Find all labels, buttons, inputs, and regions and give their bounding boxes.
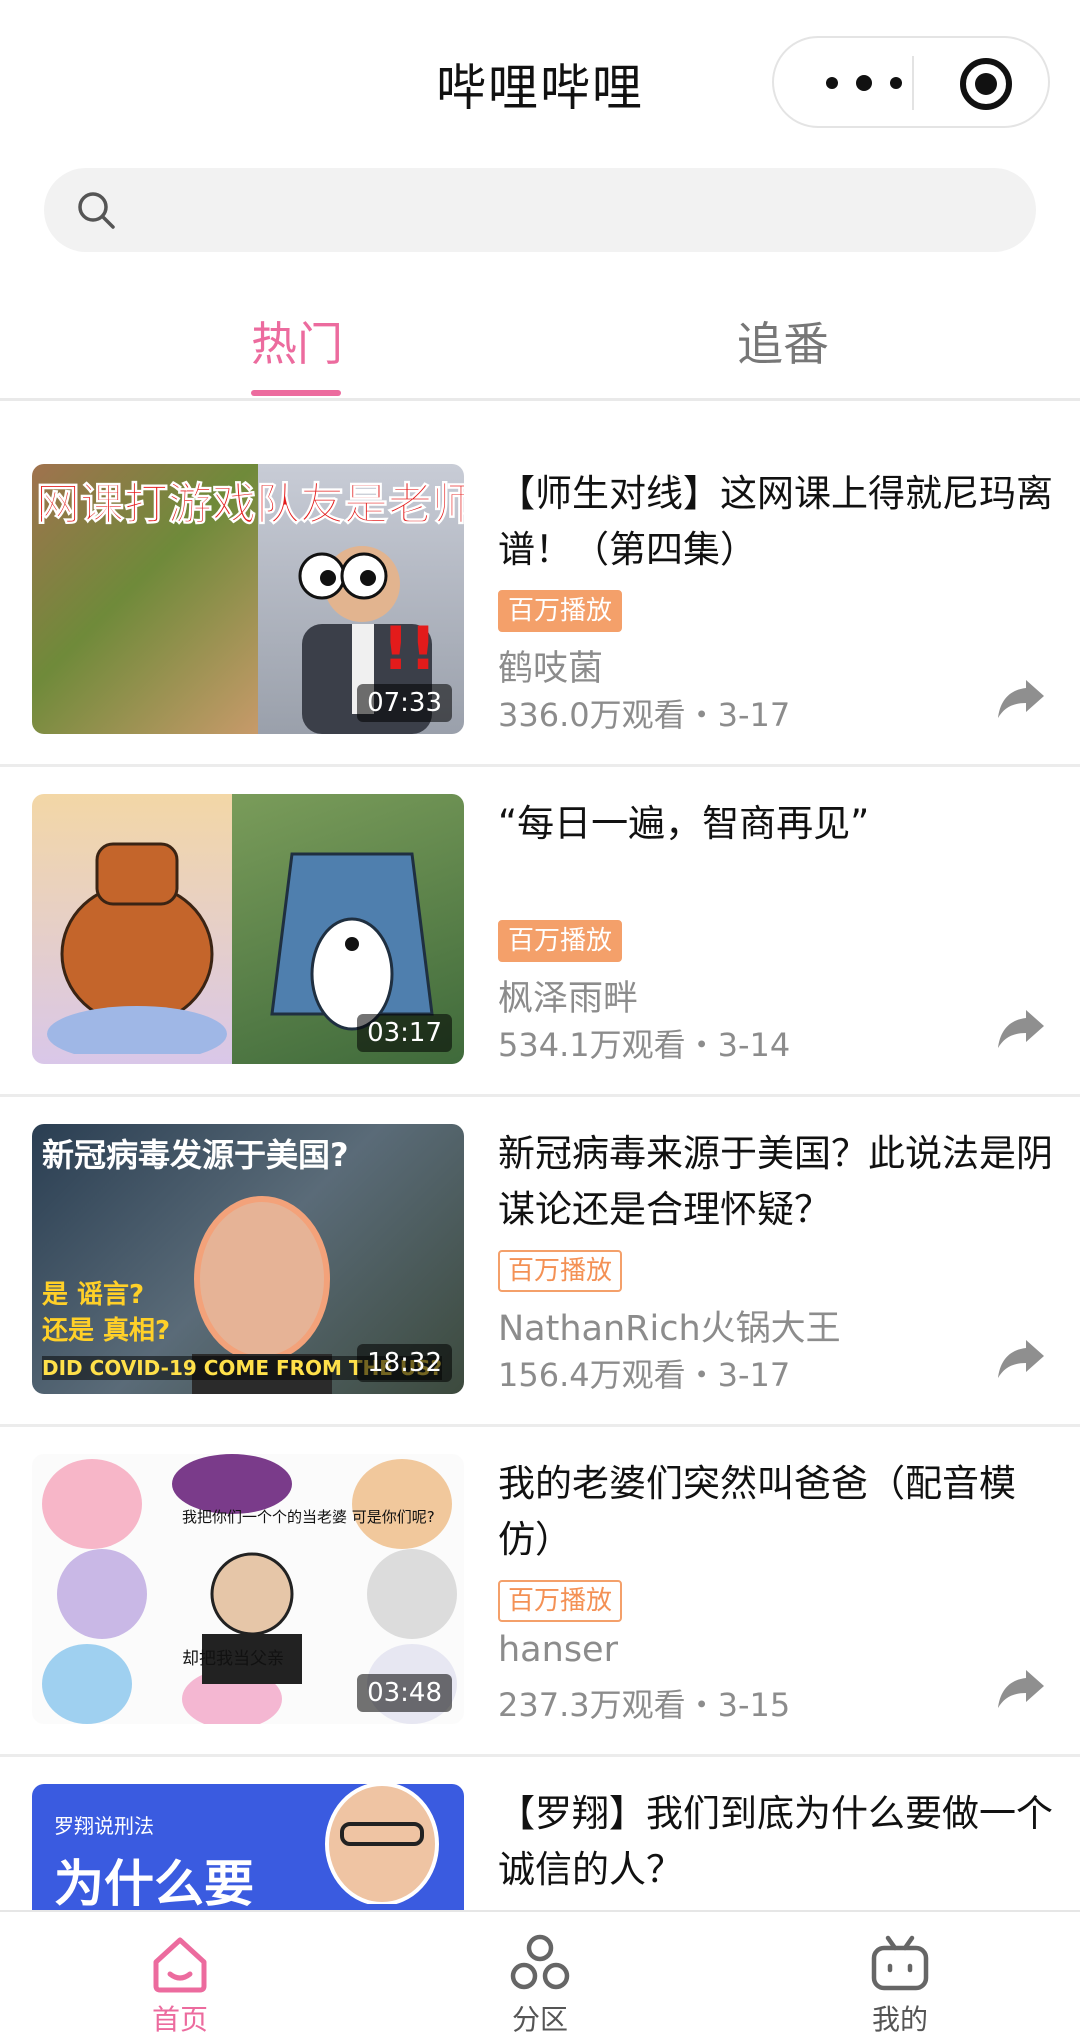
video-thumbnail[interactable]: 新冠病毒发源于美国? 是 谣言? 还是 真相? DID COVID-19 COM… — [32, 1124, 464, 1394]
thumbnail-caption: 是 谣言? — [42, 1280, 145, 1310]
video-title[interactable]: 【师生对线】这网课上得就尼玛离谱！（第四集） — [498, 466, 1058, 578]
video-title[interactable]: 我的老婆们突然叫爸爸（配音模仿） — [498, 1456, 1058, 1568]
video-author[interactable]: 枫泽雨畔 — [498, 970, 638, 1021]
video-stats: 237.3万观看・3-15 — [498, 1686, 791, 1724]
play-count-badge: 百万播放 — [498, 590, 623, 632]
speaker-face — [325, 1784, 439, 1904]
video-item[interactable]: 新冠病毒发源于美国? 是 谣言? 还是 真相? DID COVID-19 COM… — [0, 1100, 1080, 1430]
search-input[interactable] — [134, 168, 998, 254]
share-icon[interactable] — [996, 1666, 1046, 1710]
video-title[interactable]: “每日一遍，智商再见” — [498, 796, 1058, 852]
thumbnail-caption: 我把你们一个个的当老婆 可是你们呢? — [182, 1508, 435, 1526]
cartoon-mouse-illustration — [47, 842, 227, 1054]
video-author[interactable]: NathanRich火锅大王 — [498, 1300, 841, 1351]
home-icon — [153, 1937, 207, 1993]
video-item[interactable]: 网课打游戏队友是老师 !! 07:33 【师生对线】这网课上得就尼玛离谱！（第四… — [0, 440, 1080, 770]
navigation-bar: 哔哩哔哩 — [0, 0, 1080, 160]
tab-bar: 热门 追番 — [0, 290, 1080, 401]
item-divider — [0, 1754, 1080, 1757]
bottom-tab-bar: 首页 分区 我的 — [0, 1910, 1080, 2042]
exclamation-mark: !! — [382, 614, 437, 684]
video-stats: 336.0万观看・3-17 — [498, 696, 791, 734]
thumbnail-caption: 却把我当父亲 — [182, 1649, 284, 1669]
tv-icon — [871, 1935, 929, 1991]
thumbnail-caption: 为什么要 — [54, 1855, 254, 1910]
video-title[interactable]: 新冠病毒来源于美国？此说法是阴谋论还是合理怀疑？ — [498, 1126, 1058, 1238]
video-thumbnail[interactable]: 罗翔说刑法 为什么要 — [32, 1784, 464, 1910]
share-icon[interactable] — [996, 676, 1046, 720]
video-item[interactable]: 罗翔说刑法 为什么要 【罗翔】我们到底为什么要做一个诚信的人？ — [0, 1760, 1080, 1910]
nav-me[interactable]: 我的 — [800, 1912, 1000, 2042]
video-item[interactable]: 我把你们一个个的当老婆 可是你们呢? 却把我当父亲 03:48 我的老婆们突然叫… — [0, 1430, 1080, 1760]
search-icon — [78, 192, 115, 229]
nav-category[interactable]: 分区 — [440, 1912, 640, 2042]
nav-label: 我的 — [871, 2003, 928, 2036]
category-icon — [510, 1934, 570, 1990]
tab-hot[interactable]: 热门 — [197, 308, 397, 374]
nav-home[interactable]: 首页 — [80, 1912, 280, 2042]
video-author[interactable]: 鹤吱菌 — [498, 640, 603, 691]
thumbnail-caption: 还是 真相? — [42, 1316, 171, 1346]
item-divider — [0, 1094, 1080, 1097]
item-divider — [0, 1424, 1080, 1427]
play-count-badge: 百万播放 — [498, 920, 623, 962]
video-duration: 18:32 — [357, 1344, 452, 1382]
nav-label: 首页 — [151, 2003, 208, 2036]
video-stats: 534.1万观看・3-14 — [498, 1026, 791, 1064]
video-stats: 156.4万观看・3-17 — [498, 1356, 791, 1394]
capsule-divider — [912, 56, 914, 110]
video-duration: 03:48 — [357, 1674, 452, 1712]
video-title[interactable]: 【罗翔】我们到底为什么要做一个诚信的人？ — [498, 1786, 1058, 1898]
video-thumbnail[interactable]: 我把你们一个个的当老婆 可是你们呢? 却把我当父亲 03:48 — [32, 1454, 464, 1724]
video-duration: 03:17 — [357, 1014, 452, 1052]
more-dots-icon[interactable] — [814, 66, 914, 100]
tab-active-indicator — [251, 390, 341, 396]
item-divider — [0, 764, 1080, 767]
thumbnail-caption: 网课打游戏队友是老师 — [36, 479, 465, 531]
tab-anime[interactable]: 追番 — [683, 308, 883, 374]
video-thumbnail[interactable]: 网课打游戏队友是老师 !! 07:33 — [32, 464, 464, 734]
video-thumbnail[interactable]: 03:17 — [32, 794, 464, 1064]
share-icon[interactable] — [996, 1006, 1046, 1050]
thumbnail-caption: 新冠病毒发源于美国? — [42, 1136, 349, 1174]
video-author[interactable]: hanser — [498, 1630, 618, 1670]
menu-capsule — [772, 36, 1050, 128]
video-list[interactable]: 网课打游戏队友是老师 !! 07:33 【师生对线】这网课上得就尼玛离谱！（第四… — [0, 440, 1080, 1910]
nav-label: 分区 — [511, 2003, 568, 2036]
video-duration: 07:33 — [357, 684, 452, 722]
thumbnail-caption: 罗翔说刑法 — [54, 1814, 154, 1838]
target-circle-icon[interactable] — [956, 54, 1016, 114]
share-icon[interactable] — [996, 1336, 1046, 1380]
play-count-badge: 百万播放 — [498, 1580, 623, 1622]
play-count-badge: 百万播放 — [498, 1250, 623, 1292]
search-bar[interactable] — [44, 168, 1036, 254]
video-item[interactable]: 03:17 “每日一遍，智商再见” 百万播放 枫泽雨畔 534.1万观看・3-1… — [0, 770, 1080, 1100]
